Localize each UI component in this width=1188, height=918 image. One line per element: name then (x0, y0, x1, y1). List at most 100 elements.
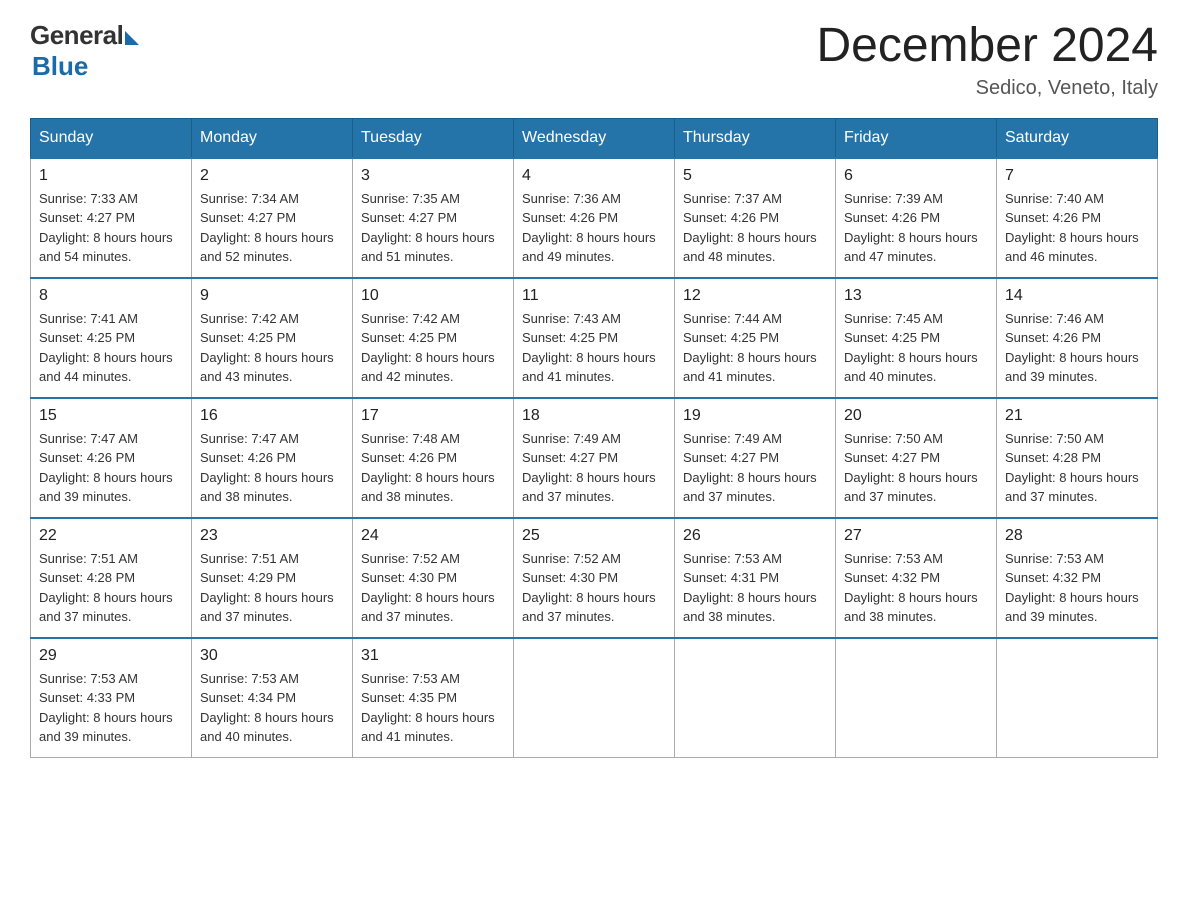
sunset-label: Sunset: (200, 330, 248, 345)
day-info: Sunrise: 7:40 AM Sunset: 4:26 PM Dayligh… (1005, 189, 1149, 267)
day-number: 26 (683, 527, 827, 545)
sunset-label: Sunset: (844, 330, 892, 345)
daylight-minutes: and 39 minutes. (39, 729, 132, 744)
sunset-time: 4:30 PM (570, 570, 618, 585)
sunrise-time: 7:35 AM (412, 191, 460, 206)
sunrise-label: Sunrise: (39, 431, 90, 446)
table-row: 1 Sunrise: 7:33 AM Sunset: 4:27 PM Dayli… (31, 158, 192, 278)
sunrise-time: 7:51 AM (251, 551, 299, 566)
day-info: Sunrise: 7:52 AM Sunset: 4:30 PM Dayligh… (361, 549, 505, 627)
sunrise-label: Sunrise: (1005, 431, 1056, 446)
daylight-minutes: and 38 minutes. (200, 489, 293, 504)
sunset-time: 4:26 PM (409, 450, 457, 465)
day-number: 25 (522, 527, 666, 545)
calendar-table: Sunday Monday Tuesday Wednesday Thursday… (30, 118, 1158, 758)
calendar-body: 1 Sunrise: 7:33 AM Sunset: 4:27 PM Dayli… (31, 158, 1158, 758)
daylight-label: Daylight: 8 hours hours (522, 590, 656, 605)
sunrise-label: Sunrise: (522, 311, 573, 326)
sunrise-label: Sunrise: (39, 191, 90, 206)
sunrise-label: Sunrise: (361, 431, 412, 446)
sunset-time: 4:25 PM (570, 330, 618, 345)
sunrise-time: 7:47 AM (90, 431, 138, 446)
day-info: Sunrise: 7:44 AM Sunset: 4:25 PM Dayligh… (683, 309, 827, 387)
sunset-label: Sunset: (361, 210, 409, 225)
sunset-time: 4:32 PM (1053, 570, 1101, 585)
daylight-label: Daylight: 8 hours hours (39, 230, 173, 245)
day-info: Sunrise: 7:53 AM Sunset: 4:33 PM Dayligh… (39, 669, 183, 747)
day-info: Sunrise: 7:46 AM Sunset: 4:26 PM Dayligh… (1005, 309, 1149, 387)
day-info: Sunrise: 7:50 AM Sunset: 4:27 PM Dayligh… (844, 429, 988, 507)
day-info: Sunrise: 7:53 AM Sunset: 4:31 PM Dayligh… (683, 549, 827, 627)
sunset-time: 4:27 PM (87, 210, 135, 225)
sunrise-time: 7:33 AM (90, 191, 138, 206)
sunrise-time: 7:45 AM (895, 311, 943, 326)
sunrise-time: 7:48 AM (412, 431, 460, 446)
sunset-label: Sunset: (200, 690, 248, 705)
sunset-label: Sunset: (1005, 330, 1053, 345)
sunset-time: 4:26 PM (248, 450, 296, 465)
logo-blue-text: Blue (32, 51, 88, 82)
daylight-label: Daylight: 8 hours hours (522, 350, 656, 365)
day-number: 11 (522, 287, 666, 305)
day-number: 12 (683, 287, 827, 305)
day-info: Sunrise: 7:47 AM Sunset: 4:26 PM Dayligh… (200, 429, 344, 507)
daylight-label: Daylight: 8 hours hours (39, 470, 173, 485)
day-info: Sunrise: 7:39 AM Sunset: 4:26 PM Dayligh… (844, 189, 988, 267)
daylight-minutes: and 37 minutes. (844, 489, 937, 504)
sunrise-label: Sunrise: (683, 551, 734, 566)
table-row: 13 Sunrise: 7:45 AM Sunset: 4:25 PM Dayl… (836, 278, 997, 398)
sunset-time: 4:26 PM (1053, 210, 1101, 225)
sunset-time: 4:25 PM (409, 330, 457, 345)
sunrise-label: Sunrise: (683, 431, 734, 446)
table-row: 6 Sunrise: 7:39 AM Sunset: 4:26 PM Dayli… (836, 158, 997, 278)
table-row: 7 Sunrise: 7:40 AM Sunset: 4:26 PM Dayli… (997, 158, 1158, 278)
daylight-minutes: and 42 minutes. (361, 369, 454, 384)
sunset-label: Sunset: (683, 330, 731, 345)
sunrise-label: Sunrise: (1005, 191, 1056, 206)
sunset-label: Sunset: (844, 210, 892, 225)
sunset-time: 4:26 PM (1053, 330, 1101, 345)
sunrise-time: 7:47 AM (251, 431, 299, 446)
page-header: General Blue December 2024 Sedico, Venet… (30, 20, 1158, 100)
daylight-minutes: and 49 minutes. (522, 249, 615, 264)
daylight-minutes: and 37 minutes. (361, 609, 454, 624)
day-info: Sunrise: 7:50 AM Sunset: 4:28 PM Dayligh… (1005, 429, 1149, 507)
sunrise-label: Sunrise: (39, 311, 90, 326)
sunset-label: Sunset: (1005, 210, 1053, 225)
table-row: 18 Sunrise: 7:49 AM Sunset: 4:27 PM Dayl… (514, 398, 675, 518)
sunrise-label: Sunrise: (361, 191, 412, 206)
table-row: 27 Sunrise: 7:53 AM Sunset: 4:32 PM Dayl… (836, 518, 997, 638)
sunrise-time: 7:42 AM (412, 311, 460, 326)
sunset-time: 4:34 PM (248, 690, 296, 705)
table-row (514, 638, 675, 758)
daylight-label: Daylight: 8 hours hours (361, 470, 495, 485)
daylight-minutes: and 37 minutes. (683, 489, 776, 504)
daylight-label: Daylight: 8 hours hours (844, 470, 978, 485)
sunset-time: 4:27 PM (892, 450, 940, 465)
daylight-minutes: and 52 minutes. (200, 249, 293, 264)
sunrise-time: 7:46 AM (1056, 311, 1104, 326)
sunset-time: 4:31 PM (731, 570, 779, 585)
sunrise-label: Sunrise: (683, 191, 734, 206)
day-number: 14 (1005, 287, 1149, 305)
sunrise-time: 7:53 AM (1056, 551, 1104, 566)
sunset-time: 4:26 PM (892, 210, 940, 225)
col-friday: Friday (836, 118, 997, 158)
col-tuesday: Tuesday (353, 118, 514, 158)
day-info: Sunrise: 7:33 AM Sunset: 4:27 PM Dayligh… (39, 189, 183, 267)
daylight-minutes: and 51 minutes. (361, 249, 454, 264)
sunset-label: Sunset: (522, 450, 570, 465)
sunset-time: 4:26 PM (87, 450, 135, 465)
sunrise-time: 7:39 AM (895, 191, 943, 206)
table-row: 15 Sunrise: 7:47 AM Sunset: 4:26 PM Dayl… (31, 398, 192, 518)
day-info: Sunrise: 7:42 AM Sunset: 4:25 PM Dayligh… (200, 309, 344, 387)
sunrise-label: Sunrise: (200, 311, 251, 326)
month-title: December 2024 (816, 20, 1158, 73)
sunrise-label: Sunrise: (1005, 551, 1056, 566)
sunset-label: Sunset: (200, 450, 248, 465)
table-row: 2 Sunrise: 7:34 AM Sunset: 4:27 PM Dayli… (192, 158, 353, 278)
sunrise-label: Sunrise: (844, 311, 895, 326)
sunset-time: 4:29 PM (248, 570, 296, 585)
daylight-minutes: and 38 minutes. (683, 609, 776, 624)
table-row: 4 Sunrise: 7:36 AM Sunset: 4:26 PM Dayli… (514, 158, 675, 278)
